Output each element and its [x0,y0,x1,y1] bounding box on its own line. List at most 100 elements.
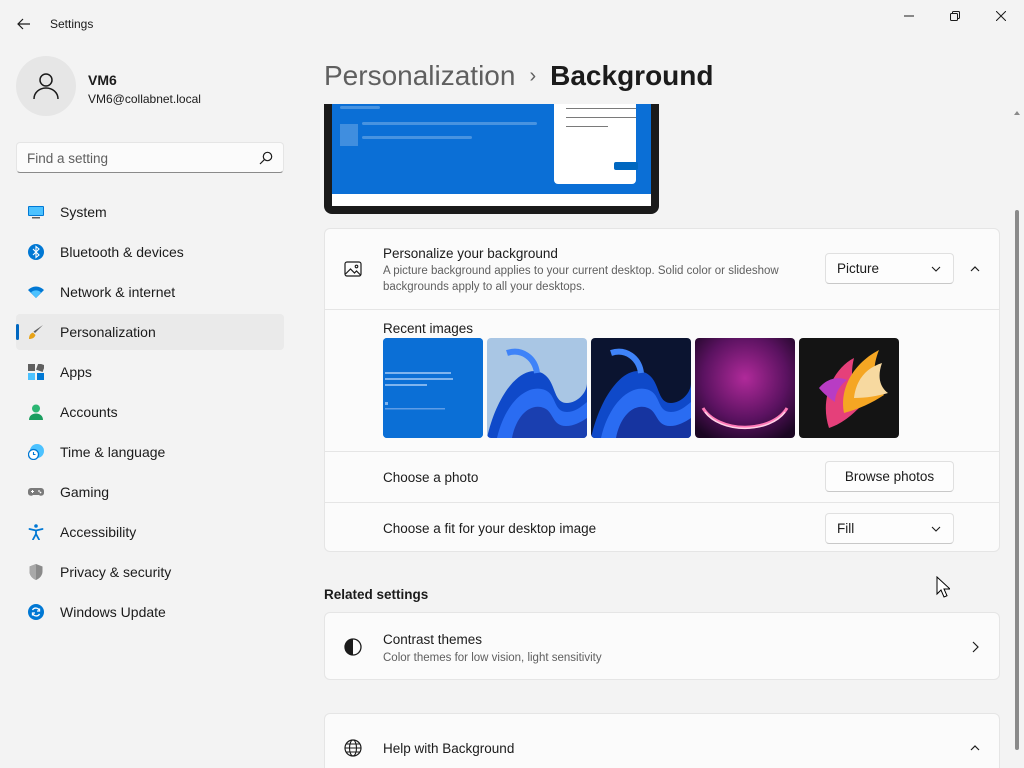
fit-value: Fill [837,521,855,536]
preview-line [566,108,636,109]
sidebar-item-accounts[interactable]: Accounts [16,394,284,430]
recent-image-5 [799,338,899,438]
wifi-icon [28,286,44,298]
sidebar-item-label: Privacy & security [60,564,172,580]
sidebar-item-network[interactable]: Network & internet [16,274,284,310]
chevron-right-icon [972,641,979,653]
recent-images-row: Recent images [325,309,999,451]
help-background-card: Help with Background [324,713,1000,768]
preview-blur-line [340,106,380,109]
preview-window [554,104,638,184]
search-box[interactable] [16,142,284,173]
help-collapse-button[interactable] [961,734,989,762]
breadcrumb-parent[interactable]: Personalization [324,60,515,92]
mouse-cursor-icon [936,576,950,598]
minimize-icon [904,15,914,17]
chevron-down-icon [931,266,941,272]
desktop-preview [324,104,659,214]
sidebar-item-label: Accounts [60,404,118,420]
scrollbar[interactable] [1014,104,1020,768]
sidebar-item-gaming[interactable]: Gaming [16,474,284,510]
sidebar-item-label: Time & language [60,444,166,460]
preview-blur-block [340,124,358,146]
contrast-themes-title: Contrast themes [383,632,483,647]
related-settings-heading: Related settings [324,587,429,602]
restore-icon [950,11,960,21]
choose-photo-label: Choose a photo [383,470,479,485]
system-icon [28,206,44,219]
sidebar-item-bluetooth[interactable]: Bluetooth & devices [16,234,284,270]
chevron-up-icon [970,745,980,751]
sidebar-item-label: Bluetooth & devices [60,244,184,260]
gamepad-icon [28,488,44,496]
recent-image-2 [487,338,587,438]
app-title: Settings [50,17,94,31]
background-type-dropdown[interactable]: Picture [825,253,954,284]
globe-clock-icon [28,444,44,460]
sidebar-item-personalization[interactable]: Personalization [16,314,284,350]
recent-image-thumbnail[interactable] [591,338,691,438]
close-icon [996,11,1006,21]
fit-dropdown[interactable]: Fill [825,513,954,544]
preview-line [566,117,636,118]
breadcrumb: Personalization › Background [324,58,713,94]
sidebar-item-apps[interactable]: Apps [16,354,284,390]
preview-button [614,162,638,170]
brush-icon [29,325,43,339]
background-settings-card: Personalize your background A picture ba… [324,228,1000,552]
personalize-background-row: Personalize your background A picture ba… [325,229,999,309]
user-profile[interactable]: VM6 VM6@collabnet.local [16,56,286,118]
search-icon[interactable] [259,151,273,165]
contrast-themes-link[interactable]: Contrast themes Color themes for low vis… [324,612,1000,680]
sidebar-item-label: Network & internet [60,284,176,300]
help-background-title: Help with Background [383,741,515,756]
globe-icon [344,739,362,757]
sidebar-item-time-language[interactable]: Time & language [16,434,284,470]
preview-wallpaper [332,104,651,194]
sidebar-item-windows-update[interactable]: Windows Update [16,594,284,630]
title-bar: Settings [0,0,1024,48]
accessibility-icon [28,524,44,540]
recent-image-3 [591,338,691,438]
recent-images-list [383,338,903,438]
collapse-button[interactable] [961,255,989,283]
sidebar-item-label: Apps [60,364,92,380]
minimize-button[interactable] [886,0,932,32]
preview-blur-line [362,122,537,125]
recent-image-thumbnail[interactable] [799,338,899,438]
scroll-thumb[interactable] [1015,210,1019,750]
restore-button[interactable] [932,0,978,32]
update-icon [28,604,44,620]
bluetooth-icon [28,244,44,260]
sidebar-nav: System Bluetooth & devices Network & int… [16,194,284,634]
recent-image-thumbnail[interactable] [383,338,483,438]
sidebar-item-accessibility[interactable]: Accessibility [16,514,284,550]
scroll-up-icon[interactable] [1014,110,1020,116]
recent-image-thumbnail[interactable] [695,338,795,438]
recent-image-1 [383,338,483,438]
sidebar-item-privacy[interactable]: Privacy & security [16,554,284,590]
browse-photos-button[interactable]: Browse photos [825,461,954,492]
personalize-background-title: Personalize your background [383,246,558,261]
picture-icon [344,261,362,277]
avatar [16,56,76,116]
sidebar-item-system[interactable]: System [16,194,284,230]
preview-blur-line [362,136,472,139]
recent-images-label: Recent images [383,321,474,336]
sidebar-item-label: Gaming [60,484,110,500]
sidebar-item-label: Personalization [60,324,156,340]
chevron-right-icon: › [529,64,537,87]
back-button[interactable] [10,10,38,38]
desktop-fit-row: Choose a fit for your desktop image Fill [325,502,999,552]
apps-icon [28,364,44,380]
close-button[interactable] [978,0,1024,32]
search-input[interactable] [27,149,247,167]
chevron-down-icon [931,526,941,532]
recent-image-4 [695,338,795,438]
recent-image-thumbnail[interactable] [487,338,587,438]
personalize-background-description: A picture background applies to your cur… [383,265,779,293]
background-type-value: Picture [837,261,880,276]
arrow-left-icon [17,18,30,30]
person-icon [29,404,43,420]
choose-photo-row: Choose a photo Browse photos [325,451,999,502]
